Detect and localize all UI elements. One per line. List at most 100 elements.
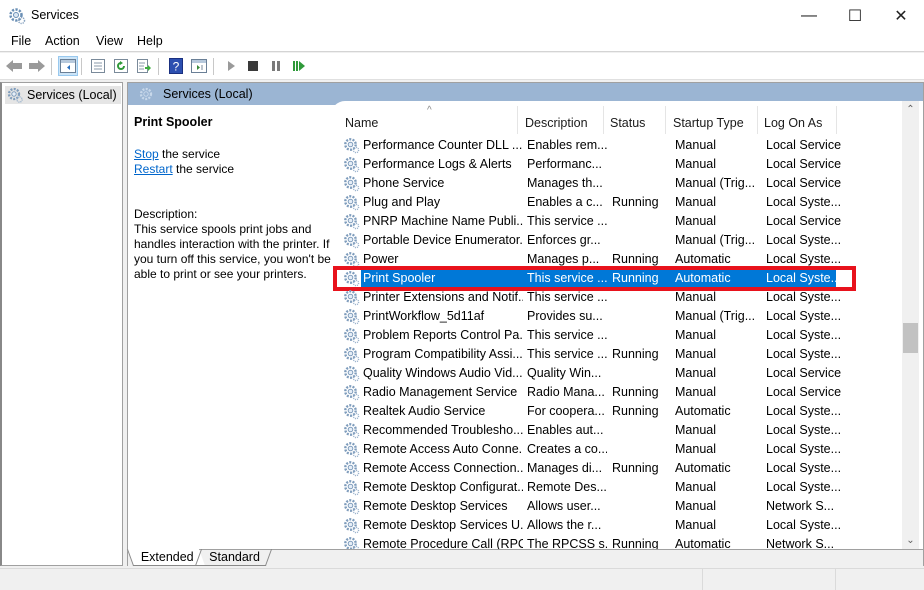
table-row[interactable]: Performance Counter DLL ... Enables rem..…	[331, 136, 903, 155]
pane-title: Services (Local)	[163, 87, 253, 101]
close-icon: ✕	[894, 7, 908, 25]
svg-text:?: ?	[173, 60, 180, 74]
close-button[interactable]: ✕	[878, 0, 924, 31]
column-divider[interactable]	[517, 106, 518, 134]
service-gear-icon	[343, 289, 360, 306]
cell-description: This service ...	[527, 214, 607, 228]
table-row[interactable]: Radio Management Service Radio Mana... Run…	[331, 383, 903, 402]
export-list-button[interactable]	[134, 56, 154, 76]
scroll-down-button[interactable]: ⌄	[902, 532, 919, 549]
cell-startup-type: Manual	[675, 442, 716, 456]
column-header-name[interactable]: Name	[345, 116, 378, 130]
table-row[interactable]: Quality Windows Audio Vid... Quality Win.…	[331, 364, 903, 383]
column-divider[interactable]	[836, 106, 837, 134]
table-row[interactable]: Problem Reports Control Pa... This servic…	[331, 326, 903, 345]
table-row[interactable]: Portable Device Enumerator... Enforces gr…	[331, 231, 903, 250]
cell-log-on-as: Local Syste...	[766, 309, 842, 323]
stop-service-button[interactable]	[243, 56, 263, 76]
cell-name: Program Compatibility Assi...	[363, 347, 523, 361]
tree-item-services-local[interactable]: Services (Local)	[5, 86, 121, 104]
cell-log-on-as: Local Syste...	[766, 233, 842, 247]
show-hide-action-pane-icon	[191, 59, 207, 73]
show-hide-console-tree-button[interactable]	[58, 56, 78, 76]
table-row[interactable]: Remote Access Connection... Manages di...…	[331, 459, 903, 478]
status-segment	[702, 569, 703, 590]
cell-log-on-as: Local Syste...	[766, 347, 842, 361]
stop-service-link[interactable]: Stop	[134, 147, 159, 161]
help-button[interactable]: ?	[166, 56, 186, 76]
cell-name: Remote Desktop Configurat...	[363, 480, 523, 494]
table-row[interactable]: PNRP Machine Name Publi... This service .…	[331, 212, 903, 231]
cell-description: Enforces gr...	[527, 233, 601, 247]
refresh-icon	[114, 59, 128, 73]
column-divider[interactable]	[757, 106, 758, 134]
start-service-button[interactable]	[221, 56, 241, 76]
table-row[interactable]: Power Manages p... Running Automatic Local S…	[331, 250, 903, 269]
forward-button[interactable]	[27, 56, 47, 76]
menu-file[interactable]: File	[11, 34, 31, 48]
cell-log-on-as: Local Syste...	[766, 271, 842, 285]
vertical-scrollbar[interactable]: ⌃ ⌄	[902, 101, 919, 549]
table-row[interactable]: Remote Desktop Configurat... Remote Des..…	[331, 478, 903, 497]
table-row[interactable]: Remote Desktop Services U... Allows the r…	[331, 516, 903, 535]
show-hide-action-pane-button[interactable]	[189, 56, 209, 76]
minimize-button[interactable]: —	[786, 0, 832, 31]
cell-startup-type: Manual	[675, 518, 716, 532]
column-header-startup-type[interactable]: Startup Type	[673, 116, 744, 130]
cell-startup-type: Manual	[675, 214, 716, 228]
scrollbar-thumb[interactable]	[903, 323, 918, 353]
pause-service-button[interactable]	[266, 56, 286, 76]
cell-log-on-as: Local Syste...	[766, 518, 842, 532]
cell-log-on-as: Local Service	[766, 157, 842, 171]
cell-startup-type: Manual	[675, 195, 716, 209]
cell-log-on-as: Local Service	[766, 366, 842, 380]
table-row[interactable]: Remote Procedure Call (RPC) The RPCSS s..…	[331, 535, 903, 549]
scroll-up-button[interactable]: ⌃	[902, 101, 919, 118]
menu-view[interactable]: View	[96, 34, 123, 48]
table-row[interactable]: Recommended Troublesho... Enables aut... M…	[331, 421, 903, 440]
table-row[interactable]: Remote Access Auto Conne... Creates a co.…	[331, 440, 903, 459]
maximize-button[interactable]: ☐	[832, 0, 878, 31]
service-gear-icon	[343, 156, 360, 173]
minimize-icon: —	[801, 6, 817, 24]
table-row[interactable]: Printer Extensions and Notif... This serv…	[331, 288, 903, 307]
column-header-status[interactable]: Status	[610, 116, 645, 130]
cell-startup-type: Manual	[675, 480, 716, 494]
tab-extended[interactable]: Extended	[126, 549, 205, 566]
cell-log-on-as: Local Service	[766, 214, 842, 228]
cell-status: Running	[612, 385, 659, 399]
cell-log-on-as: Local Syste...	[766, 328, 842, 342]
restart-service-link[interactable]: Restart	[134, 162, 173, 176]
table-row[interactable]: Phone Service Manages th... Manual (Trig..…	[331, 174, 903, 193]
column-header-description[interactable]: Description	[525, 116, 588, 130]
refresh-button[interactable]	[111, 56, 131, 76]
table-row[interactable]: Realtek Audio Service For coopera... Runni…	[331, 402, 903, 421]
properties-button[interactable]	[88, 56, 108, 76]
table-row[interactable]: PrintWorkflow_5d11af Provides su... Manual…	[331, 307, 903, 326]
column-divider[interactable]	[603, 106, 604, 134]
table-row-selected[interactable]: Print Spooler This service ... Running Auto…	[331, 266, 903, 291]
cell-description: Manages di...	[527, 461, 603, 475]
table-row[interactable]: Plug and Play Enables a c... Running Manual…	[331, 193, 903, 212]
service-details-panel: Print Spooler Stop the service Restart t…	[128, 105, 331, 545]
service-actions: Stop the service Restart the service	[134, 147, 325, 177]
cell-description: This service ...	[527, 271, 607, 285]
back-button[interactable]	[4, 56, 24, 76]
restart-service-button[interactable]	[289, 56, 309, 76]
table-row[interactable]: Remote Desktop Services Allows user... Man…	[331, 497, 903, 516]
menu-help[interactable]: Help	[137, 34, 163, 48]
column-header-log-on-as[interactable]: Log On As	[764, 116, 822, 130]
service-description: This service spools print jobs and handl…	[134, 222, 331, 281]
cell-startup-type: Manual	[675, 290, 716, 304]
tab-standard[interactable]: Standard	[194, 549, 272, 566]
menu-action[interactable]: Action	[45, 34, 80, 48]
column-divider[interactable]	[665, 106, 666, 134]
table-row[interactable]: Program Compatibility Assi... This servic…	[331, 345, 903, 364]
cell-name: Remote Desktop Services U...	[363, 518, 523, 532]
cell-name: Performance Counter DLL ...	[363, 138, 523, 152]
cell-log-on-as: Local Syste...	[766, 423, 842, 437]
table-row[interactable]: Performance Logs & Alerts Performanc... Ma…	[331, 155, 903, 174]
cell-startup-type: Automatic	[675, 461, 731, 475]
cell-startup-type: Automatic	[675, 271, 731, 285]
cell-startup-type: Manual	[675, 499, 716, 513]
